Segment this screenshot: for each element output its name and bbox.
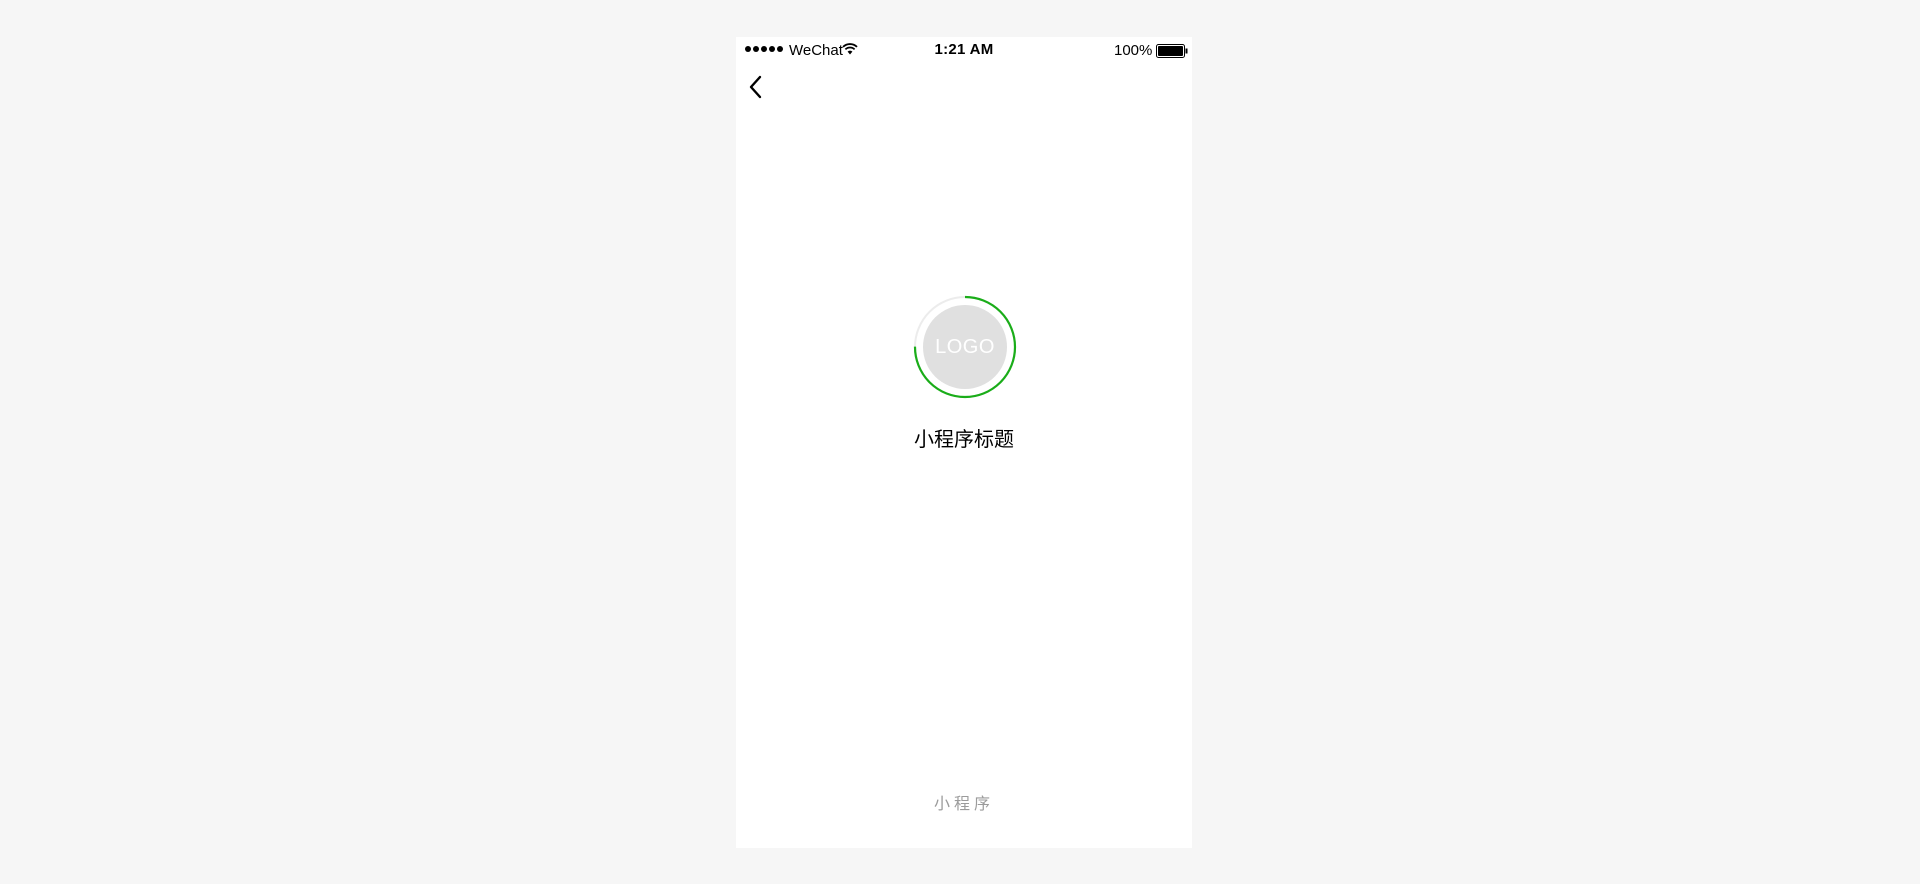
- chevron-left-icon: [749, 75, 762, 99]
- app-logo: LOGO: [923, 305, 1007, 389]
- logo-text: LOGO: [935, 335, 995, 358]
- battery-icon: [1156, 44, 1188, 58]
- phone-screen: WeChat 1:21 AM 100% LOGO 小程序标题 小程序: [736, 37, 1192, 848]
- loading-indicator: LOGO: [913, 295, 1017, 399]
- status-bar: WeChat 1:21 AM 100%: [736, 37, 1192, 63]
- footer-label: 小程序: [933, 794, 994, 813]
- battery-percent: 100%: [1114, 42, 1153, 59]
- app-title: 小程序标题: [914, 427, 1014, 451]
- back-button[interactable]: [744, 73, 768, 101]
